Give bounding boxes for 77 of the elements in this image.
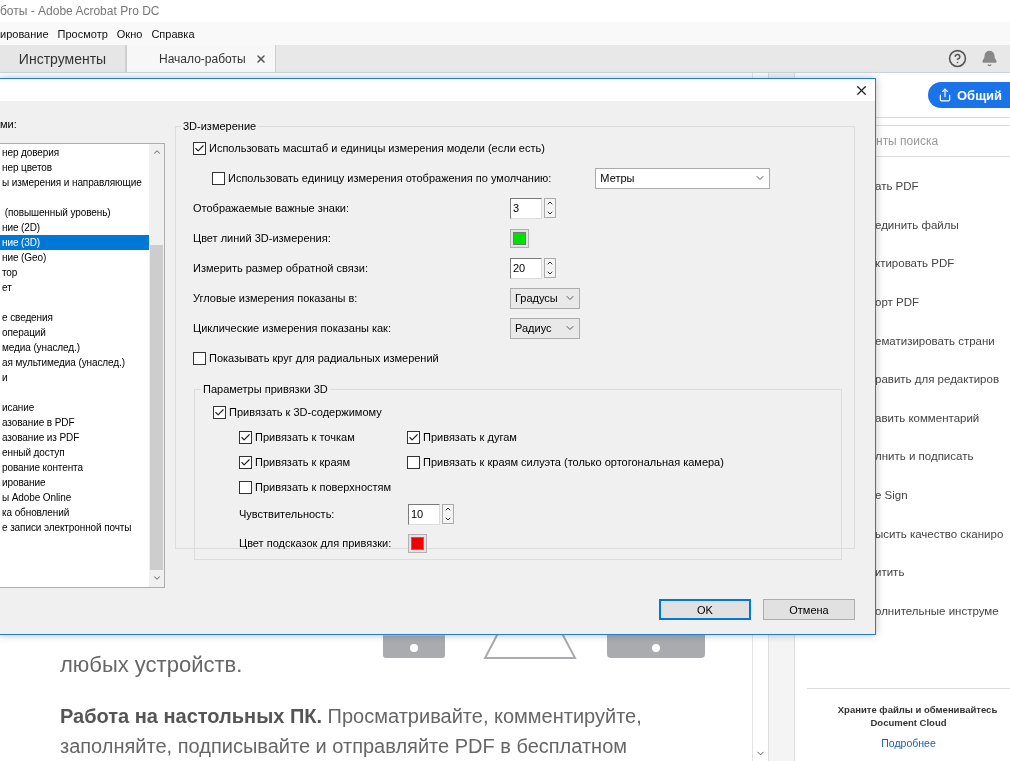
field-label: Чувствительность: — [239, 508, 336, 520]
category-item[interactable]: е записи электронной почты — [0, 520, 149, 535]
group-title: 3D-измерение — [182, 119, 258, 133]
scroll-up-icon[interactable] — [151, 147, 162, 157]
share-icon — [938, 88, 952, 102]
cancel-button[interactable]: Отмена — [763, 599, 855, 620]
category-item[interactable]: (повышенный уровень) — [0, 205, 149, 220]
scroll-down-icon[interactable] — [151, 573, 162, 583]
category-item[interactable]: ы Adobe Online — [0, 490, 149, 505]
share-button[interactable]: Общий — [928, 82, 1010, 108]
document-paragraph: Работа на настольных ПК. Просматривайте, комментируйте, заполняйте, подписывайте и отправляйте PDF в бесплатном — [60, 704, 643, 759]
category-item[interactable]: ы измерения и направляющие — [0, 175, 149, 190]
tab[interactable]: Начало-работы — [126, 45, 276, 72]
spin-buttons[interactable] — [442, 504, 454, 524]
menu-item[interactable]: Окно — [116, 25, 143, 42]
checkbox[interactable]: Привязать к 3D-содержимому — [213, 405, 382, 419]
checkbox[interactable]: Привязать к краям — [239, 455, 351, 469]
checkbox[interactable]: Использовать масштаб и единицы измерения модели (если есть) — [193, 141, 545, 155]
menu-item[interactable]: Просмотр — [57, 25, 108, 42]
bell-icon[interactable] — [981, 50, 998, 67]
category-item[interactable]: тор — [0, 265, 149, 280]
check-icon — [194, 142, 205, 154]
check-icon — [408, 431, 419, 443]
category-item[interactable]: ние (2D) — [0, 220, 149, 235]
field-label: Угловые измерения показаны в: — [193, 292, 359, 304]
number-field[interactable]: 20 — [510, 257, 542, 279]
menu-item[interactable]: ирование — [0, 25, 49, 42]
category-item[interactable]: ет — [0, 280, 149, 295]
category-item[interactable]: операций — [0, 325, 149, 340]
window-title: боты - Adobe Acrobat Pro DC — [0, 4, 160, 18]
spin-buttons[interactable] — [544, 198, 556, 218]
field-label: Измерить размер обратной связи: — [193, 262, 369, 274]
ok-button[interactable]: OK — [659, 599, 751, 620]
category-item[interactable]: и — [0, 370, 149, 385]
category-item[interactable]: рование контента — [0, 460, 149, 475]
checkbox[interactable]: Показывать круг для радиальных измерений — [193, 351, 439, 365]
category-item[interactable]: медиа (унаслед.) — [0, 340, 149, 355]
check-icon — [240, 431, 251, 443]
menu-item[interactable]: Справка — [151, 25, 195, 42]
checkbox[interactable]: Привязать к точкам — [239, 430, 355, 444]
field-label: Отображаемые важные знаки: — [193, 202, 350, 214]
field-label: Циклические измерения показаны как: — [193, 322, 392, 334]
category-item[interactable]: ние (Geo) — [0, 250, 149, 265]
dropdown[interactable]: Радиус — [510, 317, 580, 339]
scroll-thumb[interactable] — [150, 245, 163, 570]
field-label: Цвет подсказок для привязки: — [239, 537, 393, 549]
check-icon — [214, 406, 225, 418]
category-item[interactable]: азование в PDF — [0, 415, 149, 430]
checkbox[interactable]: Привязать к дугам — [407, 430, 517, 444]
category-item[interactable]: нер цветов — [0, 160, 149, 175]
list-label: ми: — [0, 117, 17, 131]
document-text: любых устройств. — [60, 651, 244, 679]
promo-text: Храните файлы и обменивайтесь — [837, 703, 998, 716]
spin-buttons[interactable] — [544, 258, 556, 278]
category-item[interactable]: е сведения — [0, 310, 149, 325]
category-item[interactable]: исание — [0, 400, 149, 415]
checkbox[interactable]: Использовать единицу измерения отображения по умолчанию: — [212, 171, 552, 185]
close-icon[interactable] — [255, 52, 267, 65]
check-icon — [240, 456, 251, 468]
category-item[interactable]: азование из PDF — [0, 430, 149, 445]
category-item[interactable]: енный доступ — [0, 445, 149, 460]
field-label: Цвет линий 3D-измерения: — [193, 232, 332, 244]
more-link[interactable]: Подробнее — [881, 737, 936, 749]
help-icon[interactable] — [948, 49, 967, 68]
category-item[interactable]: ирование — [0, 475, 149, 490]
dropdown[interactable]: Градусы — [510, 287, 580, 309]
category-item[interactable]: нер доверия — [0, 145, 149, 160]
category-item[interactable]: ка обновлений — [0, 505, 149, 520]
checkbox[interactable]: Привязать к поверхностям — [239, 480, 392, 494]
number-field[interactable]: 10 — [408, 503, 440, 525]
checkbox[interactable]: Привязать к краям силуэта (только ортогональная камера) — [407, 455, 724, 469]
promo-text: Document Cloud — [870, 716, 947, 729]
group-title: Параметры привязки 3D — [202, 382, 329, 396]
units-dropdown[interactable]: Метры — [595, 167, 771, 189]
number-field[interactable]: 3 — [510, 197, 542, 219]
category-item[interactable]: ние (3D) — [0, 235, 149, 250]
category-item[interactable]: ая мультимедиа (унаслед.) — [0, 355, 149, 370]
